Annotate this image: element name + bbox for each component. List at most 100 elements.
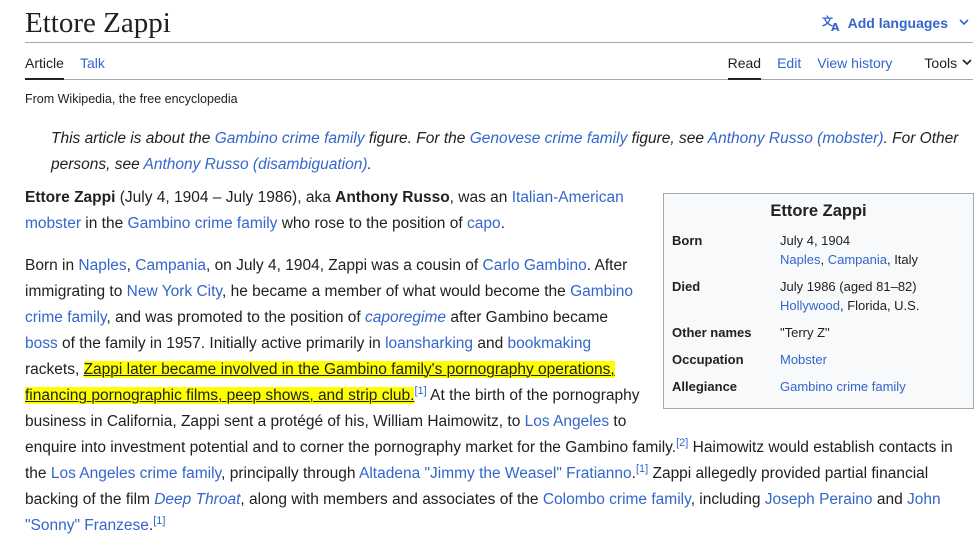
link-naples[interactable]: Naples (78, 257, 126, 274)
tab-edit[interactable]: Edit (777, 55, 801, 80)
text: (July 4, 1904 – July 1986), aka (115, 189, 336, 206)
infobox-label: Other names (672, 325, 752, 340)
infobox-label: Occupation (672, 352, 744, 367)
text: of the family in 1957. Initially active … (57, 335, 386, 352)
text: and (473, 335, 508, 352)
text: and (872, 491, 907, 508)
page-title: Ettore Zappi (25, 7, 171, 39)
ref-1[interactable]: [1] (153, 515, 165, 527)
svg-text:A: A (831, 21, 840, 32)
text: rackets, (25, 361, 84, 378)
infobox-title: Ettore Zappi (770, 202, 867, 220)
add-languages-label: Add languages (847, 15, 948, 31)
link-loansharking[interactable]: loansharking (385, 335, 473, 352)
translate-icon: 文 A (822, 14, 840, 32)
article-body: Ettore Zappi Born July 4, 1904 Naples, C… (25, 185, 974, 539)
infobox-row-occupation: Occupation Mobster (670, 346, 967, 373)
tab-view-history[interactable]: View history (817, 55, 892, 80)
ref-link[interactable]: [1] (414, 385, 426, 397)
link-caporegime[interactable]: caporegime (365, 309, 446, 326)
infobox-value: Mobster (780, 346, 967, 373)
link-mobster[interactable]: mobster (25, 215, 81, 232)
tab-article[interactable]: Article (25, 55, 64, 80)
text: who rose to the position of (277, 215, 467, 232)
bold-name: Ettore Zappi (25, 189, 116, 206)
hatnote-link-anthony-russo-disambiguation[interactable]: Anthony Russo (disambiguation) (143, 156, 367, 173)
infobox-label: Allegiance (672, 379, 738, 394)
add-languages-button[interactable]: 文 A Add languages (822, 14, 969, 32)
ref-1[interactable]: [1] (636, 463, 648, 475)
text: , was an (449, 189, 512, 206)
infobox-value: July 1986 (aged 81–82) Hollywood, Florid… (780, 273, 967, 319)
hatnote-text: figure, see (627, 130, 708, 147)
link-gambino-crime-family[interactable]: Gambino crime family (128, 215, 278, 232)
tools-label: Tools (924, 55, 958, 71)
link-fratianno[interactable]: Altadena "Jimmy the Weasel" Fratianno (359, 465, 632, 482)
link-italian-american[interactable]: Italian-American (512, 189, 624, 206)
tools-menu[interactable]: Tools (908, 55, 973, 80)
link-boss[interactable]: boss (25, 335, 58, 352)
hatnote-link-gambino[interactable]: Gambino crime family (215, 130, 365, 147)
tab-read[interactable]: Read (727, 55, 762, 80)
died-link-hollywood[interactable]: Hollywood (780, 298, 840, 313)
text: in the (81, 215, 128, 232)
link-new-york-city[interactable]: New York City (127, 283, 222, 300)
ref-link[interactable]: [1] (636, 463, 648, 475)
died-place: , Florida, U.S. (839, 298, 920, 313)
link-los-angeles[interactable]: Los Angeles (525, 413, 609, 430)
page-actions: Read Edit View history Tools (712, 55, 973, 80)
text: , including (690, 491, 765, 508)
text: , along with members and associates of t… (240, 491, 543, 508)
text: after Gambino became (446, 309, 609, 326)
text: , he became a member of what would becom… (222, 283, 571, 300)
infobox-row-other-names: Other names "Terry Z" (670, 319, 967, 346)
chevron-down-icon (959, 19, 969, 26)
text: , principally through (221, 465, 359, 482)
tab-talk[interactable]: Talk (80, 55, 105, 72)
born-date: July 4, 1904 (780, 233, 851, 248)
infobox-row-allegiance: Allegiance Gambino crime family (670, 373, 967, 400)
hatnote: This article is about the Gambino crime … (51, 126, 961, 178)
chevron-down-icon (962, 59, 972, 66)
hatnote-text: . (367, 156, 372, 173)
allegiance-link-gambino[interactable]: Gambino crime family (780, 379, 906, 394)
infobox: Ettore Zappi Born July 4, 1904 Naples, C… (663, 193, 974, 409)
site-tagline: From Wikipedia, the free encyclopedia (25, 92, 238, 106)
link-colombo-crime-family[interactable]: Colombo crime family (543, 491, 691, 508)
born-country: , Italy (886, 252, 919, 267)
link-bookmaking[interactable]: bookmaking (508, 335, 592, 352)
infobox-value: "Terry Z" (780, 325, 830, 340)
link-capo[interactable]: capo (467, 215, 501, 232)
born-link-campania[interactable]: Campania (828, 252, 887, 267)
text: Born in (25, 257, 79, 274)
occupation-link-mobster[interactable]: Mobster (780, 352, 827, 367)
tabs-row: Article Talk Read Edit View history Tool… (25, 45, 973, 80)
infobox-row-born: Born July 4, 1904 Naples, Campania, Ital… (670, 227, 967, 273)
link-carlo-gambino[interactable]: Carlo Gambino (483, 257, 587, 274)
hatnote-text: This article is about the (51, 130, 215, 147)
text: , on July 4, 1904, Zappi was a cousin of (205, 257, 483, 274)
infobox-row-died: Died July 1986 (aged 81–82) Hollywood, F… (670, 273, 967, 319)
infobox-table: Born July 4, 1904 Naples, Campania, Ital… (670, 227, 967, 400)
bold-alias: Anthony Russo (335, 189, 450, 206)
infobox-label: Died (672, 279, 701, 294)
hatnote-link-genovese[interactable]: Genovese crime family (470, 130, 628, 147)
ref-2[interactable]: [2] (676, 437, 688, 449)
title-row: Ettore Zappi 文 A Add languages (25, 0, 973, 43)
infobox-label: Born (672, 233, 703, 248)
link-campania[interactable]: Campania (135, 257, 206, 274)
text: , (126, 257, 136, 274)
ref-link[interactable]: [2] (676, 437, 688, 449)
link-los-angeles-crime-family[interactable]: Los Angeles crime family (51, 465, 221, 482)
infobox-value: July 4, 1904 Naples, Campania, Italy (780, 227, 967, 273)
sep: , (820, 252, 828, 267)
ref-1[interactable]: [1] (414, 385, 426, 397)
link-joseph-peraino[interactable]: Joseph Peraino (765, 491, 873, 508)
hatnote-text: figure. For the (364, 130, 470, 147)
link-deep-throat[interactable]: Deep Throat (154, 491, 240, 508)
hatnote-link-anthony-russo-mobster[interactable]: Anthony Russo (mobster) (708, 130, 884, 147)
born-link-naples[interactable]: Naples (780, 252, 820, 267)
ref-link[interactable]: [1] (153, 515, 165, 527)
infobox-value: Gambino crime family (780, 373, 967, 400)
wiki-page: Ettore Zappi 文 A Add languages Article T… (0, 0, 978, 540)
